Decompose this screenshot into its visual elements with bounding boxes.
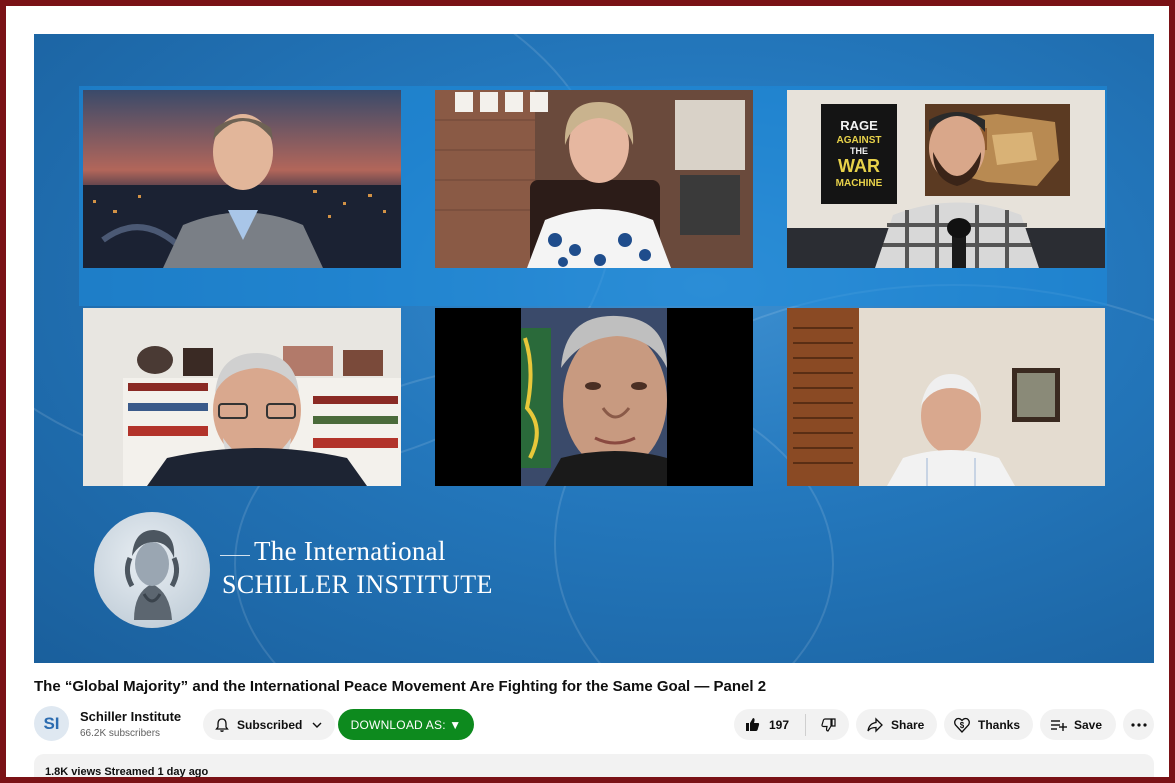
thanks-button[interactable]: $ Thanks (944, 709, 1033, 740)
add-to-playlist-icon (1051, 719, 1067, 731)
share-button[interactable]: Share (856, 709, 937, 740)
participant-video-3: RAGE AGAINST THE WAR MACHINE (787, 90, 1105, 268)
thumbs-up-icon[interactable] (744, 716, 761, 733)
participant-video-6 (787, 308, 1105, 486)
like-count[interactable]: 197 (769, 718, 789, 732)
participant-tile-5 (435, 308, 753, 486)
participant-video-1 (83, 90, 401, 268)
more-horizontal-icon (1130, 722, 1147, 727)
subscriber-count: 66.2K subscribers (80, 728, 161, 739)
thanks-heart-dollar-icon: $ (954, 717, 970, 733)
channel-avatar[interactable]: SI (34, 706, 69, 741)
participant-video-5 (435, 308, 753, 486)
participant-tile-4 (83, 308, 401, 486)
participant-video-4 (83, 308, 401, 486)
description-box[interactable]: 1.8K views Streamed 1 day ago (34, 754, 1154, 777)
share-icon (867, 716, 883, 733)
page-frame: RAGE AGAINST THE WAR MACHINE The Interna… (6, 6, 1169, 777)
chevron-down-icon (312, 722, 322, 728)
logo-divider (220, 555, 250, 556)
svg-text:$: $ (960, 721, 965, 730)
channel-name[interactable]: Schiller Institute (80, 709, 181, 724)
participant-video-2 (435, 90, 753, 268)
poster-word: RAGE (840, 118, 878, 133)
poster-word: AGAINST (837, 135, 882, 146)
poster-word: WAR (838, 156, 880, 176)
like-dislike-group: 197 (734, 709, 849, 740)
poster-word: THE (850, 146, 868, 156)
save-button[interactable]: Save (1040, 709, 1116, 740)
schiller-portrait-logo (94, 512, 210, 628)
logo-line-2: SCHILLER INSTITUTE (222, 570, 493, 599)
participant-tile-2 (435, 90, 753, 268)
more-actions-button[interactable] (1123, 709, 1154, 740)
participant-tile-3: RAGE AGAINST THE WAR MACHINE (787, 90, 1105, 268)
participant-tile-6 (787, 308, 1105, 486)
save-label: Save (1074, 717, 1103, 732)
thumbs-down-icon[interactable] (820, 716, 837, 733)
bell-icon (215, 717, 229, 732)
like-divider (805, 713, 807, 736)
subscribed-label: Subscribed (237, 717, 303, 732)
share-label: Share (891, 717, 925, 732)
thanks-label: Thanks (978, 717, 1021, 732)
logo-line-1: The International (254, 536, 446, 566)
view-count-and-date: 1.8K views Streamed 1 day ago (45, 766, 209, 777)
participant-tile-1 (83, 90, 401, 268)
download-as-button[interactable]: DOWNLOAD AS: ▼ (338, 709, 474, 740)
video-player[interactable]: RAGE AGAINST THE WAR MACHINE The Interna… (34, 34, 1154, 663)
subscribed-button[interactable]: Subscribed (203, 709, 335, 740)
poster-word: MACHINE (836, 178, 883, 189)
video-title: The “Global Majority” and the Internatio… (34, 678, 767, 695)
